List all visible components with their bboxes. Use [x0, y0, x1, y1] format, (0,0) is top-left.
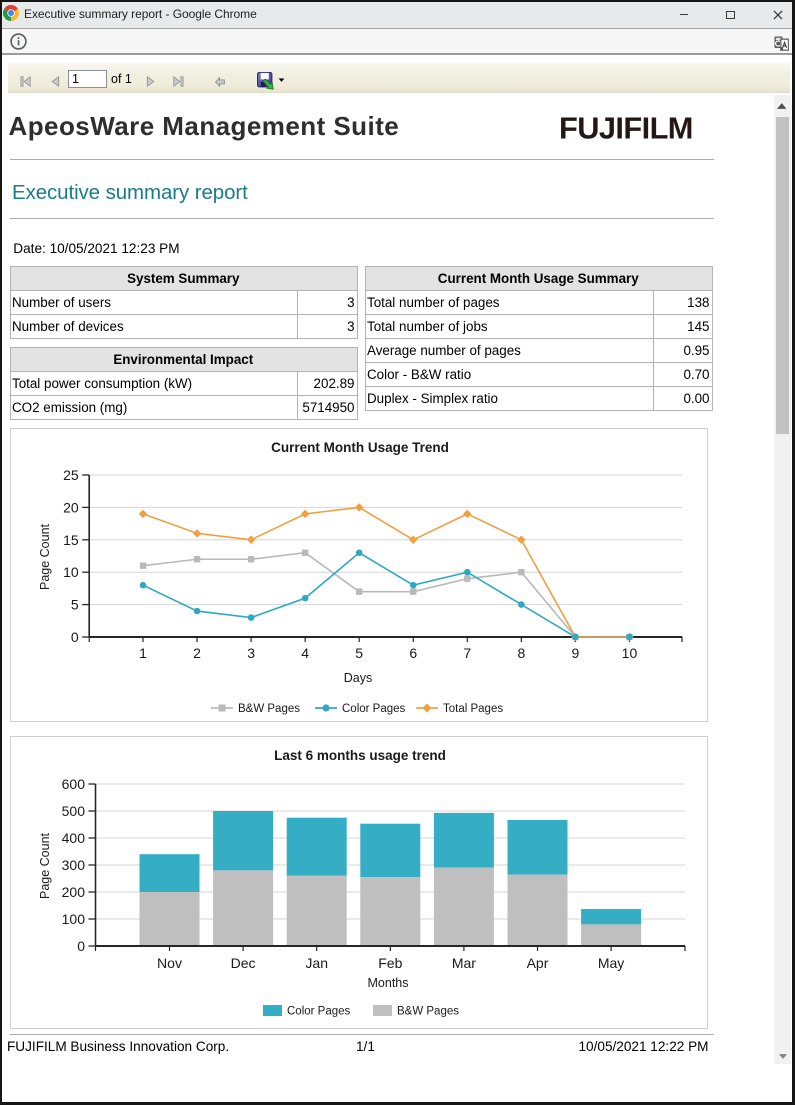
- svg-text:Total Pages: Total Pages: [443, 703, 503, 715]
- svg-text:Color Pages: Color Pages: [287, 1006, 351, 1018]
- svg-text:Days: Days: [344, 671, 372, 685]
- svg-text:500: 500: [62, 803, 86, 819]
- svg-text:2: 2: [193, 645, 201, 661]
- svg-text:Last 6 months usage trend: Last 6 months usage trend: [274, 748, 446, 763]
- svg-text:Current Month Usage Trend: Current Month Usage Trend: [271, 440, 449, 455]
- svg-text:Feb: Feb: [378, 955, 402, 971]
- svg-text:25: 25: [63, 467, 79, 483]
- svg-text:Dec: Dec: [231, 955, 256, 971]
- svg-text:5: 5: [71, 597, 79, 613]
- svg-text:400: 400: [62, 830, 86, 846]
- svg-text:0: 0: [77, 938, 85, 954]
- svg-text:May: May: [598, 955, 624, 971]
- svg-text:Nov: Nov: [157, 955, 182, 971]
- svg-text:B&W Pages: B&W Pages: [397, 1006, 459, 1018]
- svg-text:9: 9: [572, 645, 580, 661]
- svg-text:Page Count: Page Count: [38, 523, 52, 590]
- svg-text:B&W Pages: B&W Pages: [238, 703, 300, 715]
- svg-text:200: 200: [62, 884, 86, 900]
- svg-text:Page Count: Page Count: [38, 832, 52, 899]
- svg-text:7: 7: [463, 645, 471, 661]
- svg-text:10: 10: [622, 645, 638, 661]
- svg-text:600: 600: [62, 776, 86, 792]
- svg-text:Apr: Apr: [527, 955, 549, 971]
- svg-text:Months: Months: [368, 976, 409, 990]
- svg-text:8: 8: [517, 645, 525, 661]
- svg-text:1: 1: [139, 645, 147, 661]
- svg-text:3: 3: [247, 645, 255, 661]
- svg-text:10: 10: [63, 564, 79, 580]
- svg-text:0: 0: [71, 629, 79, 645]
- svg-text:6: 6: [409, 645, 417, 661]
- svg-text:20: 20: [63, 499, 79, 515]
- svg-text:Mar: Mar: [452, 955, 476, 971]
- svg-text:4: 4: [301, 645, 309, 661]
- svg-text:Jan: Jan: [305, 955, 328, 971]
- svg-text:FUJIFILM: FUJIFILM: [559, 114, 693, 144]
- svg-text:5: 5: [355, 645, 363, 661]
- svg-text:300: 300: [62, 857, 86, 873]
- svg-text:15: 15: [63, 532, 79, 548]
- svg-text:Color Pages: Color Pages: [342, 703, 406, 715]
- svg-text:100: 100: [62, 911, 86, 927]
